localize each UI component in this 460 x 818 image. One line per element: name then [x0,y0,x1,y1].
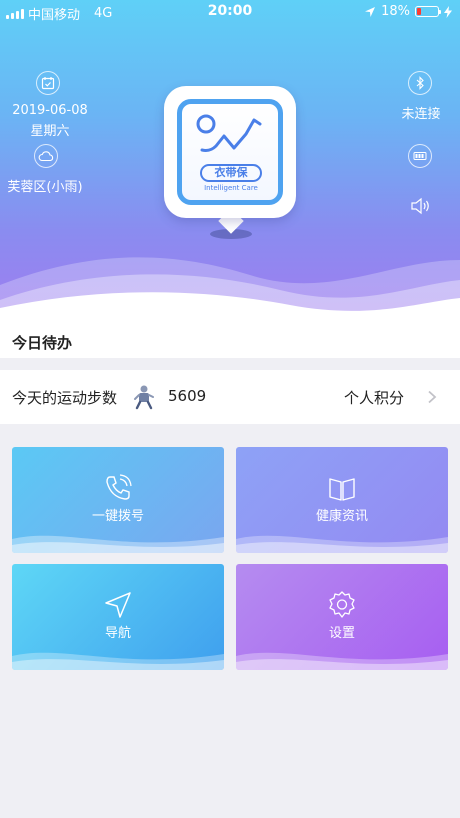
hero-header: 中国移动 4G 20:00 18% 2019-06-08 星期六 芙蓉区(小雨)… [0,0,460,330]
hero-wave-decoration [0,257,460,330]
cloud-icon [34,144,58,168]
tile-wave-decoration [236,652,448,670]
connection-status: 未连接 [401,107,441,122]
status-bar: 中国移动 4G 20:00 18% [0,0,460,24]
battery-device-icon [408,144,432,168]
battery-percent: 18% [381,4,410,19]
app-logo: 衣带保 Intelligent Care [164,86,296,218]
location-arrow-icon [365,6,376,17]
health-news-label: 健康资讯 [315,509,368,524]
home-screen: 中国移动 4G 20:00 18% 2019-06-08 星期六 芙蓉区(小雨)… [0,0,460,818]
navigation-tile[interactable]: 导航 [12,564,224,670]
book-icon [329,478,355,501]
quick-dial-tile[interactable]: 一键拨号 [12,447,224,553]
location-weather-label: 芙蓉区(小雨) [7,180,83,195]
quick-dial-label: 一键拨号 [91,509,144,524]
calendar-icon [36,71,60,95]
health-news-tile[interactable]: 健康资讯 [236,447,448,553]
todo-section[interactable]: 今日待办 [0,330,460,358]
points-link[interactable]: 个人积分 [344,387,404,408]
logo-subtitle: Intelligent Care [204,184,258,192]
tile-wave-decoration [12,535,224,553]
date-label: 2019-06-08 [12,103,88,118]
steps-value: 5609 [168,387,207,405]
steps-row[interactable]: 今天的运动步数 5609 个人积分 [0,370,460,424]
logo-figure-icon [196,114,262,152]
navigation-icon [105,592,131,618]
phone-icon [106,474,132,500]
bluetooth-icon[interactable] [408,71,432,95]
battery-level [417,8,421,15]
gear-icon [329,591,355,618]
logo-badge: 衣带保 [200,164,262,182]
charging-bolt-icon [444,5,452,18]
speaker-icon[interactable] [410,196,432,216]
todo-title: 今日待办 [12,334,73,352]
chevron-right-icon[interactable] [426,390,438,404]
weekday-label: 星期六 [30,124,70,139]
runner-icon [134,385,154,410]
tile-wave-decoration [236,535,448,553]
settings-tile[interactable]: 设置 [236,564,448,670]
tile-wave-decoration [12,652,224,670]
battery-icon [415,6,441,17]
steps-label: 今天的运动步数 [12,389,118,407]
settings-label: 设置 [328,626,355,641]
navigation-label: 导航 [104,626,131,641]
